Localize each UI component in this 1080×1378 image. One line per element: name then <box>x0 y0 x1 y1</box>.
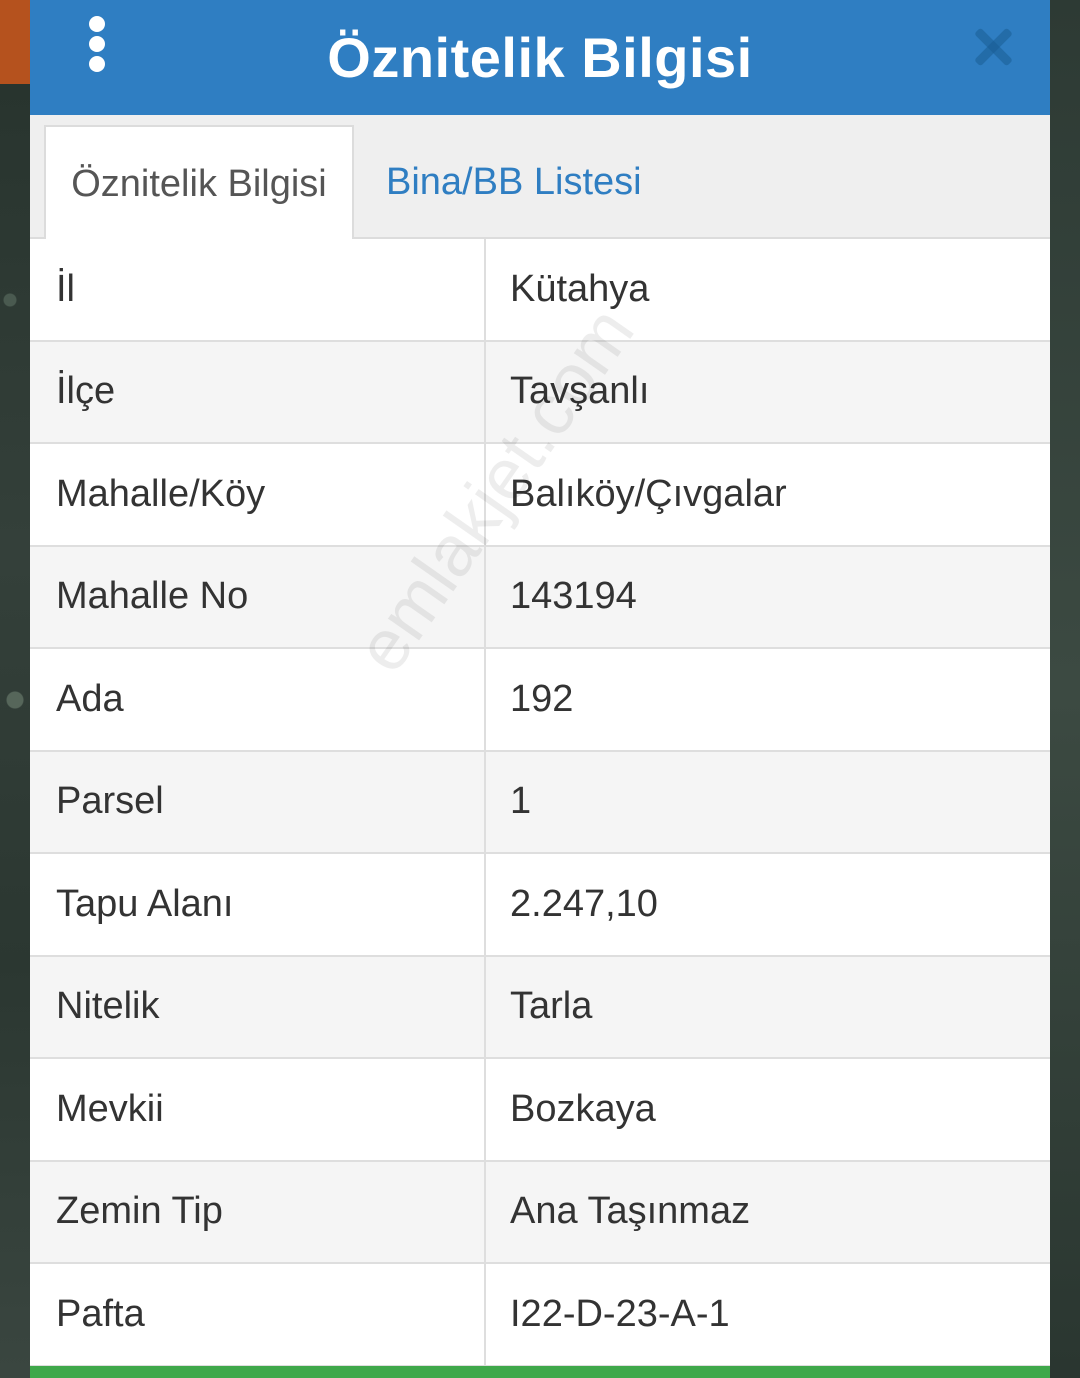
tab-building-list[interactable]: Bina/BB Listesi <box>386 125 642 239</box>
more-vertical-icon[interactable] <box>86 16 108 72</box>
attribute-value: I22-D-23-A-1 <box>510 1292 730 1335</box>
table-row: Pafta I22-D-23-A-1 <box>30 1264 1050 1367</box>
table-row: Tapu Alanı 2.247,10 <box>30 854 1050 957</box>
map-overlay-corner <box>0 0 30 84</box>
table-row: Mevkii Bozkaya <box>30 1059 1050 1162</box>
attribute-value: 143194 <box>510 575 637 618</box>
attribute-key: Mahalle/Köy <box>30 444 486 545</box>
attribute-key: Zemin Tip <box>30 1161 486 1262</box>
attribute-key: Parsel <box>30 751 486 852</box>
tab-bar: Öznitelik Bilgisi Bina/BB Listesi <box>30 115 1050 241</box>
attribute-key: İl <box>30 239 486 340</box>
attribute-key: Tapu Alanı <box>30 854 486 955</box>
attribute-value: 2.247,10 <box>510 882 658 925</box>
table-row: Ada 192 <box>30 649 1050 752</box>
attribute-value: Balıköy/Çıvgalar <box>510 472 787 515</box>
table-row: Parsel 1 <box>30 751 1050 854</box>
attribute-key: İlçe <box>30 341 486 442</box>
table-row: Mahalle/Köy Balıköy/Çıvgalar <box>30 444 1050 547</box>
attribute-value: 1 <box>510 780 532 823</box>
attribute-value: Tavşanlı <box>510 370 650 413</box>
attribute-value: Ana Taşınmaz <box>510 1190 751 1233</box>
attribute-key: Mevkii <box>30 1059 486 1160</box>
attribute-info-panel: Öznitelik Bilgisi Öznitelik Bilgisi Bina… <box>30 0 1050 1378</box>
tab-attribute-info[interactable]: Öznitelik Bilgisi <box>44 125 354 241</box>
attribute-value: 192 <box>510 677 574 720</box>
attribute-key: Mahalle No <box>30 546 486 647</box>
attribute-value: Bozkaya <box>510 1087 656 1130</box>
attribute-value: Kütahya <box>510 267 650 310</box>
panel-title: Öznitelik Bilgisi <box>327 26 753 89</box>
table-row: Nitelik Tarla <box>30 956 1050 1059</box>
map-background-right <box>1050 0 1080 1378</box>
attribute-value: Tarla <box>510 985 593 1028</box>
close-icon[interactable] <box>972 26 1014 68</box>
table-row: Zemin Tip Ana Taşınmaz <box>30 1161 1050 1264</box>
attribute-key: Nitelik <box>30 956 486 1057</box>
footer-bar <box>30 1366 1050 1378</box>
attribute-table: İl Kütahya İlçe Tavşanlı Mahalle/Köy Bal… <box>30 239 1050 1367</box>
table-row: İl Kütahya <box>30 239 1050 342</box>
attribute-key: Ada <box>30 649 486 750</box>
attribute-key: Pafta <box>30 1264 486 1365</box>
table-row: İlçe Tavşanlı <box>30 341 1050 444</box>
panel-header: Öznitelik Bilgisi <box>30 0 1050 115</box>
table-row: Mahalle No 143194 <box>30 546 1050 649</box>
